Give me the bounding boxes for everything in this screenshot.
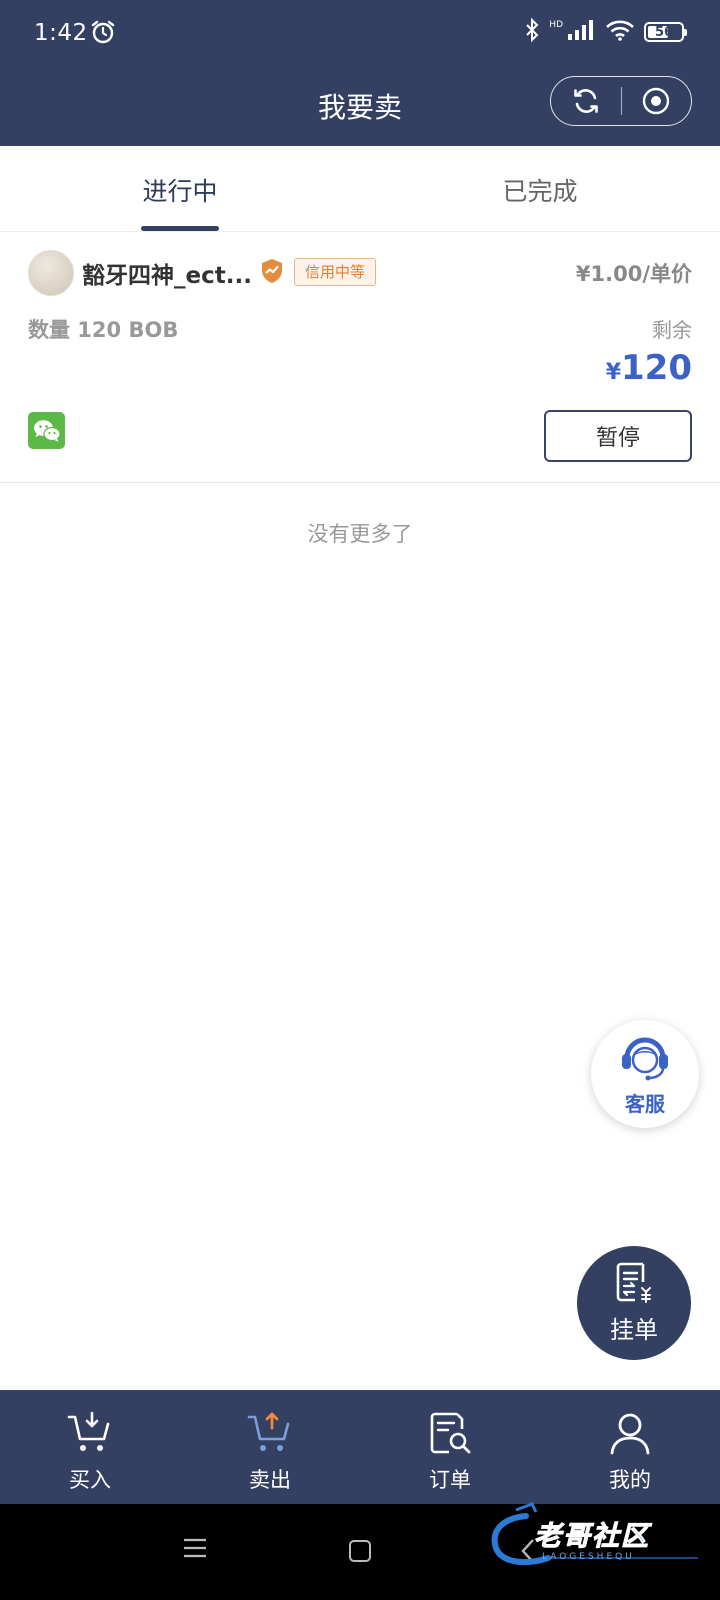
bottom-tab-bar: 买入 卖出 订单 我的: [0, 1390, 720, 1504]
mini-program-capsule: [550, 76, 692, 126]
status-bar: 1:42 HD 56: [0, 0, 720, 68]
system-icons: HD 56: [524, 17, 687, 46]
unit-price: ¥1.00/单价: [575, 262, 692, 286]
tab-in-progress[interactable]: 进行中: [0, 172, 360, 208]
tab-me[interactable]: 我的: [540, 1390, 720, 1504]
watermark-text: 老哥社区: [534, 1521, 650, 1553]
target-icon: [643, 87, 670, 115]
remaining-currency: ¥: [605, 360, 622, 385]
active-tab-indicator: [141, 226, 219, 231]
order-tabs: 进行中 已完成: [0, 146, 720, 232]
remaining-value: 120: [621, 348, 692, 388]
remaining-label: 剩余: [652, 318, 692, 342]
credit-badge: 信用中等: [294, 258, 377, 286]
cart-down-icon: [67, 1410, 113, 1460]
wifi-icon: [605, 19, 635, 45]
customer-service-button[interactable]: 客服: [591, 1020, 699, 1128]
wechat-icon: [28, 412, 65, 449]
pause-button[interactable]: 暂停: [544, 410, 692, 462]
post-order-button[interactable]: 挂单: [577, 1246, 691, 1360]
customer-service-label: 客服: [625, 1092, 665, 1116]
order-search-icon: [427, 1410, 473, 1460]
headset-agent-icon: [619, 1030, 671, 1088]
close-capsule-button[interactable]: [622, 77, 692, 125]
status-time: 1:42: [34, 20, 88, 46]
hd-badge: HD: [549, 20, 563, 30]
tab-buy[interactable]: 买入: [0, 1390, 180, 1504]
avatar: [28, 250, 74, 296]
tab-sell[interactable]: 卖出: [180, 1390, 360, 1504]
recent-apps-icon[interactable]: [183, 1536, 207, 1564]
refresh-button[interactable]: [551, 77, 621, 125]
signal-icon: [566, 19, 596, 45]
remaining-amount: ¥120: [606, 348, 692, 388]
user-icon: [607, 1410, 653, 1460]
tab-me-label: 我的: [609, 1468, 651, 1492]
seller-name: 豁牙四神_ect...: [82, 263, 252, 289]
home-button-icon[interactable]: [349, 1540, 371, 1562]
tab-orders[interactable]: 订单: [360, 1390, 540, 1504]
post-order-label: 挂单: [610, 1316, 658, 1344]
tab-orders-label: 订单: [429, 1468, 471, 1492]
tab-buy-label: 买入: [69, 1468, 111, 1492]
battery-level: 56: [654, 24, 674, 40]
battery-icon: 56: [644, 22, 687, 42]
verified-shield-icon: [260, 258, 284, 288]
watermark-subtext: LAOGESHEQU: [542, 1552, 635, 1562]
quantity: 数量 120 BOB: [28, 318, 179, 342]
alarm-icon: [90, 19, 116, 49]
watermark-logo: 老哥社区 LAOGESHEQU: [486, 1500, 712, 1570]
tab-sell-label: 卖出: [249, 1468, 291, 1492]
refresh-icon: [573, 89, 598, 113]
list-end-text: 没有更多了: [307, 522, 413, 546]
post-order-icon: [616, 1262, 654, 1310]
tab-completed[interactable]: 已完成: [360, 172, 720, 208]
cart-up-icon: [247, 1410, 293, 1460]
sell-order-card[interactable]: 豁牙四神_ect... 信用中等 ¥1.00/单价 数量 120 BOB 剩余 …: [0, 232, 720, 483]
bluetooth-icon: [524, 17, 540, 46]
nav-header: 我要卖: [0, 68, 720, 146]
